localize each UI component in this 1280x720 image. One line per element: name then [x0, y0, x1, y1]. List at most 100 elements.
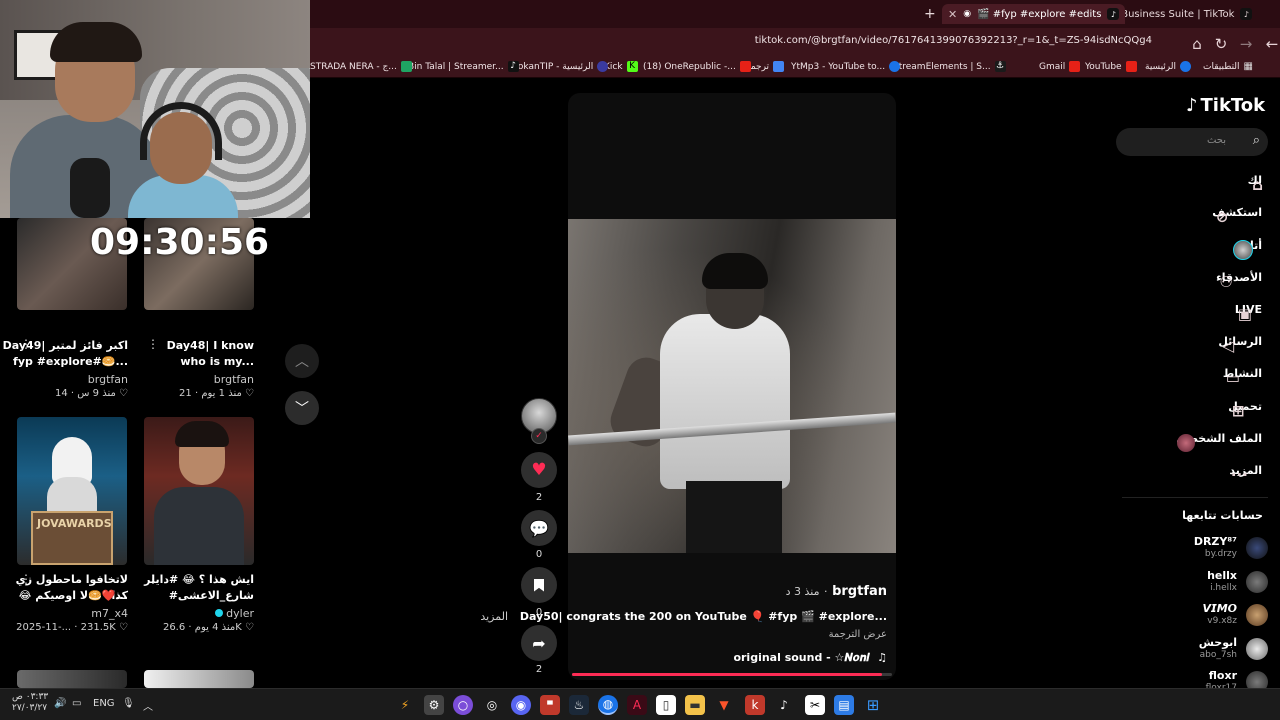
next-video-button[interactable]: ﹀ [285, 391, 319, 425]
search-input[interactable]: بحث ⌕ [1116, 128, 1268, 156]
bookmark-streamelements[interactable]: StreamElements | S... ⚓ [893, 61, 1006, 72]
share-button[interactable]: ➦ [521, 625, 557, 661]
microphone-icon[interactable]: 🎙 [122, 698, 135, 709]
bookmark-apps[interactable]: التطبيقات ▦ [1203, 61, 1255, 72]
app-icon[interactable]: ○ [453, 695, 473, 715]
file-icon[interactable]: ▯ [656, 695, 676, 715]
discord-icon[interactable]: ◉ [511, 695, 531, 715]
bookmark-strada-nera[interactable]: STRADA NERA - ج... [310, 61, 412, 72]
video-thumbnail[interactable] [17, 670, 127, 688]
video-card[interactable] [144, 417, 254, 565]
bookmark-home[interactable]: الرئيسية [1145, 61, 1191, 72]
steam-icon[interactable]: ♨ [569, 695, 589, 715]
video-title[interactable]: 😂 لا اوصيكم🥯❤️... [19, 588, 128, 604]
avatar [1246, 638, 1268, 660]
app-icon[interactable]: ⚡ [395, 695, 415, 715]
obs-icon[interactable]: ◎ [482, 695, 502, 715]
bookmark-youtube[interactable]: YouTube [1085, 61, 1137, 72]
video-frame[interactable] [568, 219, 896, 553]
nav-profile[interactable]: الملف الشخصي [1176, 427, 1262, 452]
tiktok-logo[interactable]: ♪ TikTok [1186, 95, 1265, 116]
video-thumbnail[interactable] [144, 417, 254, 565]
bookmark-dokantip[interactable]: DokanTIP - الرئيسية [511, 61, 609, 72]
video-thumbnail[interactable] [144, 670, 254, 688]
more-options-icon[interactable]: ⋮ [147, 337, 159, 351]
new-tab-button[interactable]: + [918, 4, 942, 24]
like-button[interactable]: ♥ [521, 452, 557, 488]
language-indicator[interactable]: ENG [93, 698, 115, 709]
video-author[interactable]: brgtfan [214, 373, 254, 386]
close-icon[interactable]: ✕ [948, 8, 957, 21]
capcut-icon[interactable]: ✂ [805, 695, 825, 715]
save-button[interactable] [521, 567, 557, 603]
nav-for-you[interactable]: لك ⌂ [1248, 169, 1263, 195]
bookmark-gmail[interactable]: Gmail [1039, 61, 1081, 72]
sound-link[interactable]: original sound - ☆𝑵𝒐𝒏𝒊 ♫ [733, 651, 887, 665]
bookmark-kick[interactable]: Kick K [604, 61, 638, 72]
bookmark-ytmp3[interactable]: YtMp3 - YouTube to... [791, 61, 901, 72]
video-title[interactable]: who is my... [180, 354, 254, 370]
video-title[interactable]: ايش هذا ؟ 😂 #دايلر [144, 572, 254, 588]
home-icon[interactable]: ⌂ [1187, 34, 1207, 54]
video-card[interactable] [17, 670, 127, 688]
tiktok-icon[interactable]: ♪ [774, 695, 794, 715]
video-author[interactable]: m7_x4 [91, 607, 128, 620]
app-icon[interactable]: A [627, 695, 647, 715]
video-card[interactable] [144, 670, 254, 688]
nav-activity[interactable]: النشاط ▭ [1223, 362, 1262, 388]
chrome-icon[interactable]: ◍ [598, 695, 618, 715]
video-author-line[interactable]: منذ 3 د · brgtfan [786, 584, 887, 599]
comment-button[interactable]: 💬 [521, 510, 557, 546]
folder-icon[interactable]: ▬ [685, 695, 705, 715]
brave-icon[interactable]: ▼ [714, 695, 734, 715]
video-title[interactable]: Day48| I know [167, 338, 254, 354]
video-title[interactable]: Day49| اكبر فائز لمتبر [3, 338, 128, 354]
video-thumbnail[interactable]: JOVAWARDS [17, 417, 127, 565]
search-icon[interactable]: ⌕ [1253, 133, 1260, 148]
nav-more[interactable]: المزيد ··· [1229, 459, 1262, 485]
follow-check-icon[interactable]: ✓ [531, 428, 547, 444]
nav-explore[interactable]: استكشف ⊘ [1212, 201, 1262, 227]
video-card[interactable]: JOVAWARDS [17, 417, 127, 565]
show-translation-link[interactable]: عرض الترجمة [829, 629, 887, 640]
forward-icon[interactable]: → [1236, 34, 1256, 54]
nav-messages[interactable]: الرسائل ◁ [1218, 330, 1262, 356]
grid-icon: ▦ [1243, 61, 1253, 72]
audio-icon[interactable]: ◉ [963, 9, 971, 19]
video-title[interactable]: fyp #explore#🥯... [13, 354, 128, 370]
reload-icon[interactable]: ↻ [1211, 34, 1231, 54]
following-account[interactable]: hellx i.hellx [1148, 569, 1268, 599]
tab-fyp-explore[interactable]: ✕ ◉ 🎬 #fyp #explore #edits ♪ [942, 4, 1126, 24]
video-author[interactable]: brgtfan [88, 373, 128, 386]
bookmark-bintalal[interactable]: Bin Talal | Streamer... ♪ [408, 61, 519, 72]
streamlabs-icon[interactable]: ▀ [540, 695, 560, 715]
verified-icon [214, 609, 223, 617]
store-icon[interactable]: ▤ [834, 695, 854, 715]
volume-icon[interactable]: 🔊 [54, 698, 66, 709]
video-title[interactable]: #شارع_الاعشى [169, 588, 254, 604]
app-icon[interactable]: k [745, 695, 765, 715]
chevron-up-icon[interactable]: ︿ [143, 698, 153, 713]
system-clock[interactable]: ٠٣:٣٣ ص ٢٧/٠٣/٢٧ [12, 692, 48, 714]
author-name[interactable]: brgtfan [832, 584, 887, 599]
more-link[interactable]: المزيد [480, 610, 508, 623]
url-field[interactable]: tiktok.com/@brgtfan/video/76176413990763… [755, 35, 1152, 46]
nav-live[interactable]: LIVE ▣ [1235, 298, 1262, 324]
network-icon[interactable]: ▭ [72, 698, 81, 709]
bookmark-translate[interactable]: ترجمة [746, 61, 785, 72]
bookmark-onerepublic[interactable]: (18) OneRepublic -... [643, 61, 751, 72]
following-account[interactable]: floxr floxr17 [1148, 669, 1268, 688]
previous-video-button[interactable]: ︿ [285, 344, 319, 378]
windows-start-icon[interactable]: ⊞ [863, 695, 883, 715]
following-account[interactable]: 𝙑𝙄𝙈𝙊 v9.x8z [1148, 602, 1268, 632]
video-progress-bar[interactable] [572, 673, 892, 676]
back-icon[interactable]: ← [1262, 34, 1280, 54]
video-author[interactable]: dyler [214, 607, 254, 620]
following-account[interactable]: DRZY⁸⁷ by.drzy [1148, 535, 1268, 565]
music-note-icon: ♫ [877, 651, 887, 664]
following-account[interactable]: ابوحش abo_7sh [1148, 636, 1268, 666]
nav-friends[interactable]: الأصدقاء ⚇ [1216, 266, 1262, 292]
settings-icon[interactable]: ⚙ [424, 695, 444, 715]
nav-upload[interactable]: تحميل ⊞ [1228, 395, 1262, 421]
nav-following[interactable]: أتابعه [1232, 234, 1262, 260]
